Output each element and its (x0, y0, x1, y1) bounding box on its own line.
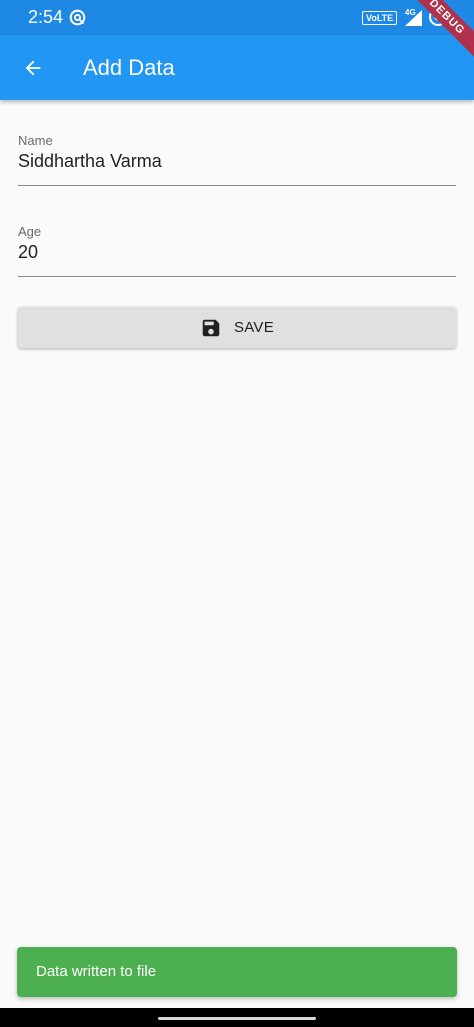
system-nav-bar (0, 1008, 474, 1027)
age-field-label: Age (18, 224, 42, 239)
arrow-back-icon (25, 60, 40, 75)
age-field-value[interactable]: 20 (18, 242, 38, 263)
save-button[interactable]: SAVE (18, 307, 456, 348)
signal-icon (405, 10, 422, 26)
save-icon (202, 319, 220, 336)
page-title: Add Data (83, 55, 175, 80)
back-button[interactable] (16, 51, 49, 84)
app-bar: Add Data (0, 35, 474, 100)
name-field[interactable]: Name Siddhartha Varma (18, 120, 456, 186)
name-field-label: Name (18, 133, 53, 148)
save-button-label: SAVE (233, 319, 275, 336)
add-data-form: Name Siddhartha Varma Age 20 (18, 120, 456, 277)
status-bar: 2:54 VoLTE 4G (0, 0, 474, 35)
name-field-value[interactable]: Siddhartha Varma (18, 151, 162, 172)
home-indicator[interactable] (158, 1017, 316, 1020)
at-sign-icon (69, 9, 86, 26)
snackbar: Data written to file (17, 947, 457, 997)
status-time: 2:54 (28, 7, 64, 27)
volte-badge: VoLTE (362, 11, 398, 25)
age-field[interactable]: Age 20 (18, 211, 456, 277)
